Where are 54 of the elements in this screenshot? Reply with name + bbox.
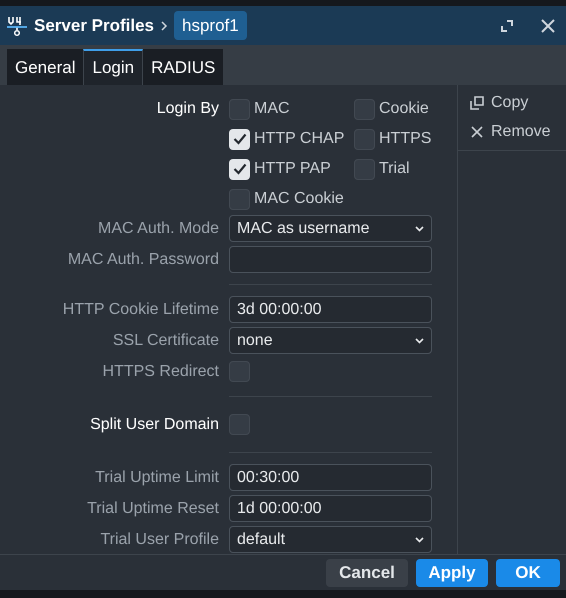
window-title: Server Profiles: [34, 14, 154, 37]
input-field[interactable]: [229, 246, 432, 273]
option-label: MAC: [254, 99, 290, 119]
tab[interactable]: RADIUS: [143, 49, 224, 85]
checkmark-icon: [232, 133, 246, 145]
checkbox[interactable]: [229, 188, 250, 210]
field-label: HTTP Cookie Lifetime: [62, 300, 219, 320]
option-label: HTTPS: [379, 129, 432, 149]
close-icon: [470, 125, 484, 139]
remove-button[interactable]: Remove: [470, 120, 554, 144]
dropdown[interactable]: default: [229, 526, 432, 553]
dialog-button[interactable]: OK: [496, 558, 560, 586]
chevron-right-icon: [160, 20, 168, 30]
maximize-icon[interactable]: [501, 20, 513, 32]
chevron-down-icon: [415, 536, 424, 542]
option-label: Trial: [379, 159, 410, 179]
checkbox[interactable]: [229, 361, 250, 382]
field-label: MAC Auth. Mode: [97, 219, 219, 239]
dialog-button[interactable]: Apply: [416, 558, 488, 586]
field-label: HTTPS Redirect: [102, 362, 219, 382]
option-label: HTTP CHAP: [254, 129, 344, 149]
dialog-button[interactable]: Cancel: [326, 558, 408, 586]
close-icon[interactable]: [541, 18, 555, 32]
input-field[interactable]: 1d 00:00:00: [229, 495, 432, 522]
checkbox[interactable]: [229, 158, 250, 180]
field-label: MAC Auth. Password: [66, 250, 219, 270]
checkmark-icon: [232, 163, 246, 175]
checkbox[interactable]: [354, 98, 375, 120]
checkbox[interactable]: [354, 158, 375, 180]
breadcrumb-item[interactable]: hsprof1: [174, 10, 247, 40]
option-label: MAC Cookie: [254, 189, 344, 209]
checkbox[interactable]: [229, 414, 250, 435]
field-label: Login By: [156, 99, 219, 119]
checkbox[interactable]: [354, 128, 375, 150]
copy-button[interactable]: Copy: [470, 91, 554, 115]
chevron-down-icon: [415, 338, 424, 344]
dropdown[interactable]: none: [229, 327, 432, 354]
input-field[interactable]: 3d 00:00:00: [229, 296, 432, 323]
field-label: Trial Uptime Limit: [94, 468, 219, 488]
checkbox[interactable]: [229, 98, 250, 120]
checkbox[interactable]: [229, 128, 250, 150]
tab[interactable]: Login: [83, 49, 144, 85]
chevron-down-icon: [415, 226, 424, 232]
copy-icon: [470, 96, 484, 110]
input-field[interactable]: 00:30:00: [229, 464, 432, 491]
field-label: SSL Certificate: [112, 331, 219, 351]
field-label: Trial User Profile: [99, 530, 219, 550]
option-label: HTTP PAP: [254, 159, 331, 179]
option-label: Cookie: [379, 99, 429, 119]
field-label: Trial Uptime Reset: [86, 499, 219, 519]
dropdown[interactable]: MAC as username: [229, 215, 432, 242]
field-label: Split User Domain: [89, 415, 219, 435]
app-logo-icon: [6, 14, 28, 36]
tab[interactable]: General: [7, 49, 84, 85]
